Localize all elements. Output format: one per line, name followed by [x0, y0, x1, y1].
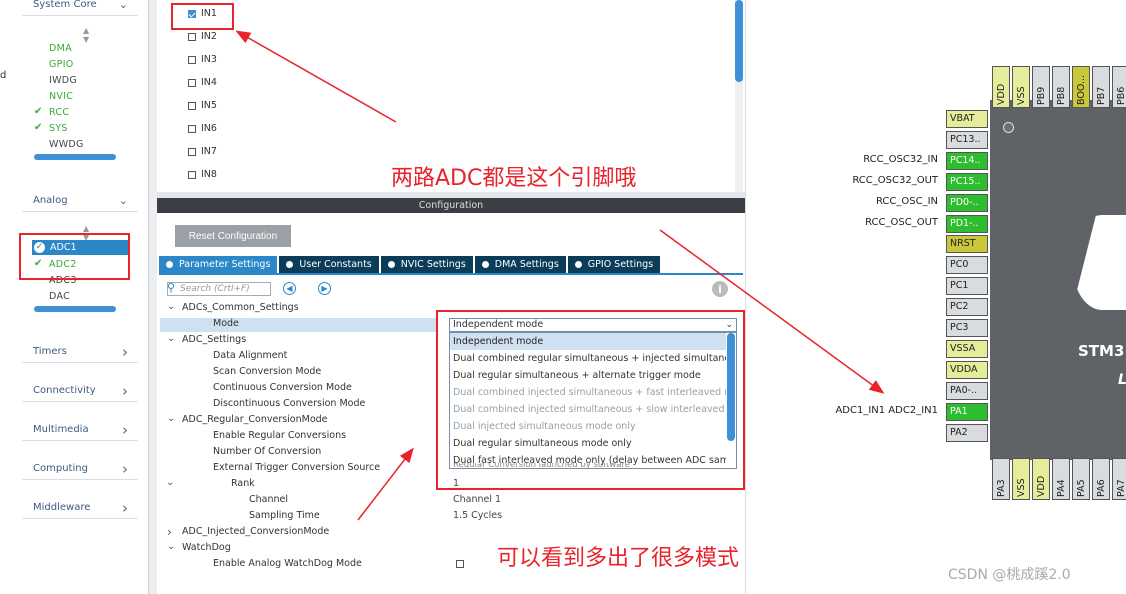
arrow-to-in1: [235, 30, 397, 123]
arrow-to-pa1: [659, 229, 885, 394]
annotation-arrows: [235, 30, 885, 521]
stm32cubemx-window: System Core ⌄ ▲ ▼ DMA GPIO IWDG NVIC ✔ RCC ✔ SYS…: [0, 0, 1126, 594]
arrow-to-modes: [357, 447, 414, 521]
watermark: CSDN @桃成蹊2.0: [948, 567, 1071, 583]
